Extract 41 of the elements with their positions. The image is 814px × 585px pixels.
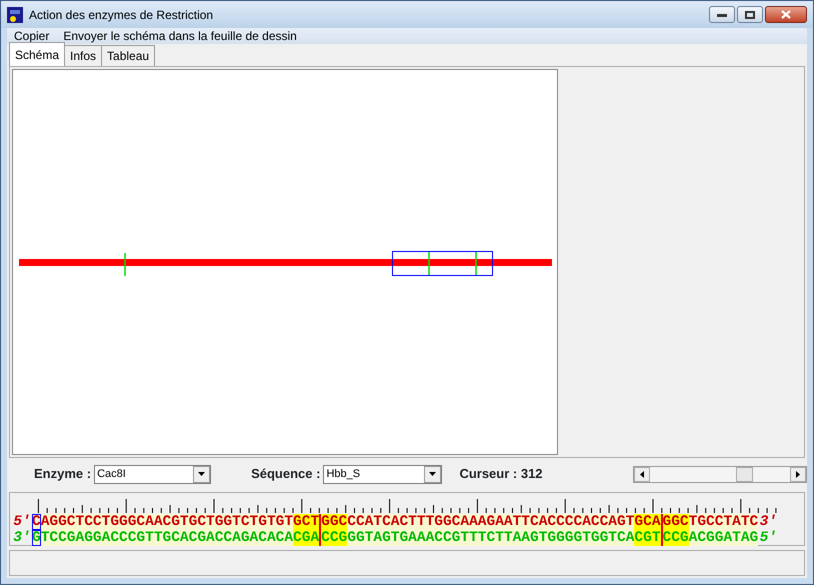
caret-icon xyxy=(429,472,436,476)
minimize-button[interactable] xyxy=(709,6,735,23)
close-icon xyxy=(781,10,791,19)
sequence-text: TCCGAGGACCCGTTGCACGACCAGACACA xyxy=(40,530,294,546)
tab[interactable]: Schéma xyxy=(9,42,66,66)
restriction-site: GCT xyxy=(293,514,320,530)
sequence-dropdown[interactable]: Hbb_S xyxy=(323,464,442,484)
window-title: Action des enzymes de Restriction xyxy=(29,6,214,24)
close-button[interactable] xyxy=(765,6,807,23)
menu-item[interactable]: Copier xyxy=(7,28,56,44)
maximize-icon xyxy=(745,10,755,18)
restriction-site: CCG xyxy=(660,530,689,546)
restriction-site: GCA xyxy=(634,514,661,530)
strand-end-label: 3' xyxy=(12,530,32,546)
enzyme-dropdown[interactable]: Cac8I xyxy=(94,464,212,484)
strand-end-label: 5' xyxy=(12,514,32,530)
cursor-position: Curseur : 312 xyxy=(459,465,543,484)
minimize-icon xyxy=(717,12,727,16)
horizontal-scrollbar[interactable] xyxy=(633,466,807,482)
caret-icon xyxy=(198,472,206,476)
restriction-site: GGC xyxy=(660,514,689,530)
restriction-site: CGA xyxy=(293,530,320,546)
restriction-site: GGC xyxy=(319,514,348,530)
cursor-base: G xyxy=(32,530,41,546)
app-icon xyxy=(7,6,23,22)
restriction-site: CCG xyxy=(319,530,348,546)
right-arrow-icon xyxy=(796,470,800,478)
menu-item[interactable]: Envoyer le schéma dans la feuille de dessin xyxy=(56,28,304,44)
cursor-base: C xyxy=(32,514,41,530)
enzyme-label: Enzyme : xyxy=(34,465,92,484)
strand-end-label: 3' xyxy=(758,514,778,530)
sequence-text: CCATCACTTTGGCAAAGAATTCACCCCACCAGT xyxy=(347,514,634,530)
sequence-text: TGCCTATC xyxy=(688,514,758,530)
sequence-text: GGTAGTGAAACCGTTTCTTAAGTGGGGTGGTCA xyxy=(347,530,634,546)
tab[interactable]: Tableau xyxy=(101,45,156,66)
strand-end-label: 5' xyxy=(758,530,778,546)
sequence-label: Séquence : xyxy=(251,465,320,484)
left-arrow-icon xyxy=(640,470,644,478)
restriction-site: CGT xyxy=(634,530,661,546)
scrollbar-thumb[interactable] xyxy=(736,466,753,482)
maximize-button[interactable] xyxy=(737,6,763,23)
